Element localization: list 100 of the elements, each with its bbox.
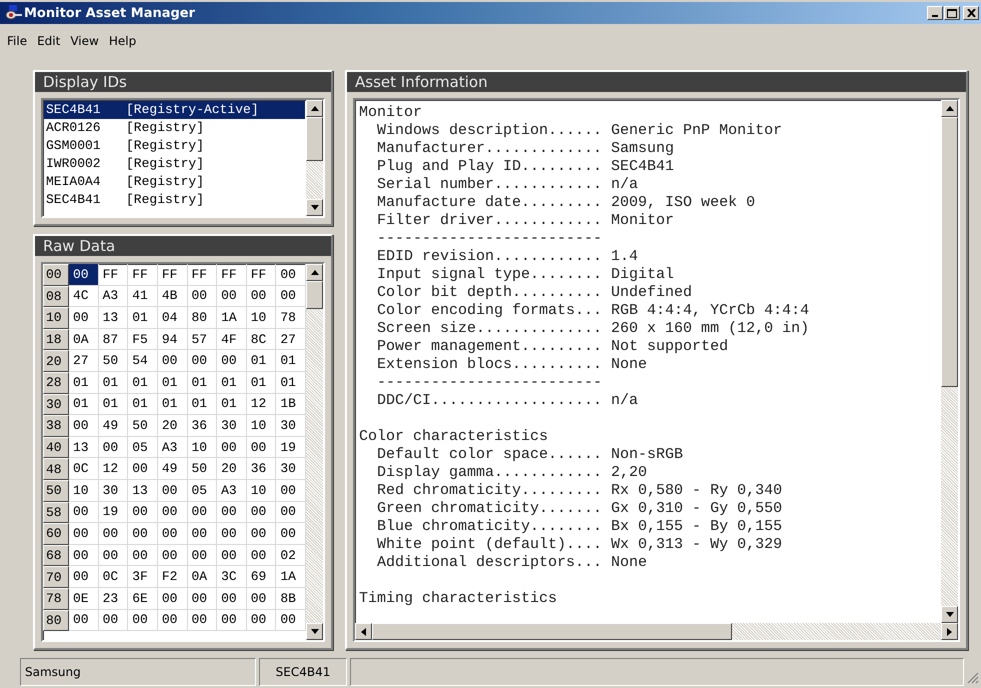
hex-cell[interactable]: 10 xyxy=(69,480,99,502)
hex-cell[interactable]: 00 xyxy=(217,436,247,458)
hex-cell[interactable]: 00 xyxy=(128,502,158,524)
hex-cell[interactable]: 00 xyxy=(246,286,276,308)
vertical-scrollbar[interactable] xyxy=(306,264,323,640)
hex-cell[interactable]: 13 xyxy=(128,480,158,502)
hex-cell[interactable]: 00 xyxy=(158,350,188,372)
hex-cell[interactable]: 01 xyxy=(69,372,99,394)
hex-cell[interactable]: 01 xyxy=(128,394,158,416)
hex-cell[interactable]: 00 xyxy=(158,480,188,502)
hex-cell[interactable]: 10 xyxy=(246,307,276,329)
hex-cell[interactable]: 01 xyxy=(158,394,188,416)
hex-cell[interactable]: 00 xyxy=(128,610,158,632)
scrollbar-thumb[interactable] xyxy=(306,281,323,309)
hex-cell[interactable]: 00 xyxy=(98,436,128,458)
hex-cell[interactable]: 00 xyxy=(128,544,158,566)
hex-cell[interactable]: 01 xyxy=(69,394,99,416)
hex-cell[interactable]: 00 xyxy=(246,436,276,458)
hex-cell[interactable]: 57 xyxy=(188,328,218,350)
hex-cell[interactable]: 94 xyxy=(158,328,188,350)
hex-cell[interactable]: 00 xyxy=(158,544,188,566)
hex-cell[interactable]: 30 xyxy=(98,480,128,502)
hex-cell[interactable]: 23 xyxy=(98,588,128,610)
hex-cell[interactable]: 00 xyxy=(217,350,247,372)
hex-cell[interactable]: 4F xyxy=(217,328,247,350)
hex-cell[interactable]: 00 xyxy=(246,523,276,545)
scroll-down-button[interactable] xyxy=(941,606,958,623)
hex-cell[interactable]: A3 xyxy=(217,480,247,502)
hex-cell[interactable]: 0A xyxy=(188,566,218,588)
hex-cell[interactable]: 13 xyxy=(69,436,99,458)
horizontal-scrollbar[interactable] xyxy=(355,623,958,640)
hex-cell[interactable]: 01 xyxy=(246,372,276,394)
hex-cell[interactable]: 05 xyxy=(188,480,218,502)
hex-cell[interactable]: FF xyxy=(98,264,128,286)
hex-cell[interactable]: 1A xyxy=(217,307,247,329)
hex-cell[interactable]: FF xyxy=(246,264,276,286)
hex-cell[interactable]: 04 xyxy=(158,307,188,329)
hex-cell[interactable]: 00 xyxy=(217,502,247,524)
size-grip-icon[interactable] xyxy=(967,672,979,684)
hex-cell[interactable]: 27 xyxy=(69,350,99,372)
scroll-up-button[interactable] xyxy=(306,264,323,281)
hex-cell[interactable]: 05 xyxy=(128,436,158,458)
vertical-scrollbar[interactable] xyxy=(941,100,958,623)
hex-cell[interactable]: 3C xyxy=(217,566,247,588)
hex-cell[interactable]: 00 xyxy=(98,544,128,566)
hex-cell[interactable]: 00 xyxy=(69,307,99,329)
hex-cell[interactable]: 20 xyxy=(158,415,188,437)
hex-cell[interactable]: 36 xyxy=(246,458,276,480)
hex-cell[interactable]: 0E xyxy=(69,588,99,610)
hex-cell[interactable]: 00 xyxy=(69,502,99,524)
scroll-up-button[interactable] xyxy=(941,100,958,117)
display-id-item[interactable]: MEIA0A4 [Registry] xyxy=(44,173,305,191)
scroll-up-button[interactable] xyxy=(306,100,323,117)
hex-cell[interactable]: 00 xyxy=(98,523,128,545)
scrollbar-thumb[interactable] xyxy=(941,117,958,387)
hex-cell[interactable]: 50 xyxy=(98,350,128,372)
hex-cell[interactable]: FF xyxy=(158,264,188,286)
hex-cell[interactable]: 41 xyxy=(128,286,158,308)
hex-cell[interactable]: FF xyxy=(188,264,218,286)
hex-cell[interactable]: 00 xyxy=(158,523,188,545)
hex-cell[interactable]: 12 xyxy=(98,458,128,480)
scroll-right-button[interactable] xyxy=(941,623,958,640)
hex-cell[interactable]: 87 xyxy=(98,328,128,350)
hex-cell[interactable]: 00 xyxy=(69,566,99,588)
hex-cell[interactable]: 00 xyxy=(188,523,218,545)
hex-cell[interactable]: 12 xyxy=(246,394,276,416)
hex-cell[interactable]: 00 xyxy=(69,523,99,545)
display-id-item[interactable]: SEC4B41 [Registry] xyxy=(44,191,305,209)
hex-cell[interactable]: 00 xyxy=(217,588,247,610)
scroll-down-button[interactable] xyxy=(306,199,323,216)
hex-cell[interactable]: 00 xyxy=(217,286,247,308)
hex-cell[interactable]: 00 xyxy=(217,610,247,632)
hex-cell[interactable]: 0C xyxy=(69,458,99,480)
hex-cell[interactable]: 00 xyxy=(158,502,188,524)
display-id-item[interactable]: GSM0001 [Registry] xyxy=(44,137,305,155)
hex-cell[interactable]: 01 xyxy=(188,372,218,394)
hex-cell[interactable]: 01 xyxy=(128,372,158,394)
hex-cell[interactable]: 50 xyxy=(128,415,158,437)
hex-cell[interactable]: 30 xyxy=(217,415,247,437)
hex-cell[interactable]: 49 xyxy=(98,415,128,437)
display-id-item[interactable]: ACR0126 [Registry] xyxy=(44,119,305,137)
hex-cell[interactable]: F2 xyxy=(158,566,188,588)
scroll-left-button[interactable] xyxy=(355,623,372,640)
vertical-scrollbar[interactable] xyxy=(306,100,323,216)
hex-cell[interactable]: 01 xyxy=(98,394,128,416)
hex-cell[interactable]: 4B xyxy=(158,286,188,308)
hex-cell[interactable]: 00 xyxy=(188,350,218,372)
hex-cell[interactable]: 00 xyxy=(98,610,128,632)
menu-item[interactable]: File xyxy=(4,34,34,48)
hex-cell[interactable]: 69 xyxy=(246,566,276,588)
hex-cell[interactable]: 00 xyxy=(246,588,276,610)
hex-cell[interactable]: 00 xyxy=(188,588,218,610)
hex-cell[interactable]: 00 xyxy=(69,544,99,566)
hex-cell[interactable]: 00 xyxy=(246,544,276,566)
hex-cell[interactable]: 00 xyxy=(188,544,218,566)
hex-cell[interactable]: 00 xyxy=(69,610,99,632)
hex-cell[interactable]: A3 xyxy=(158,436,188,458)
hex-cell[interactable]: 01 xyxy=(246,350,276,372)
minimize-button[interactable] xyxy=(927,6,943,20)
hex-cell[interactable]: 00 xyxy=(158,610,188,632)
